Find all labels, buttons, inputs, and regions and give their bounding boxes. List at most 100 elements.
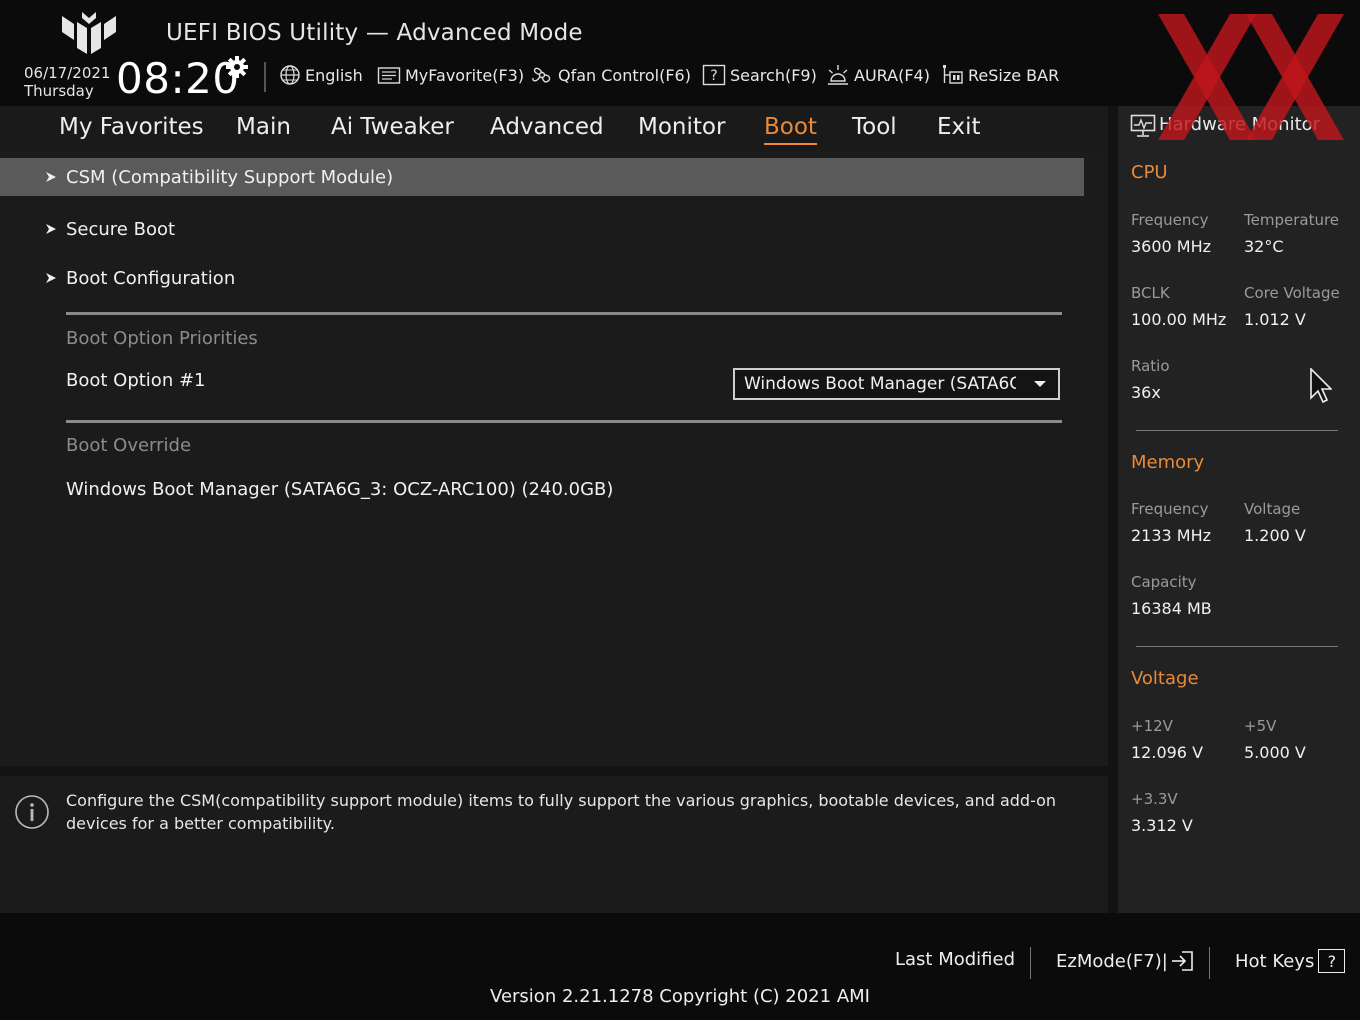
menu-item-secure-boot[interactable]: Secure Boot (0, 210, 1084, 248)
v5-label: +5V (1244, 717, 1277, 735)
boot-override-item[interactable]: Windows Boot Manager (SATA6G_3: OCZ-ARC1… (66, 479, 613, 500)
ezmode-button[interactable]: EzMode(F7)| (1056, 949, 1196, 973)
v12-value: 12.096 V (1131, 743, 1204, 762)
version-text: Version 2.21.1278 Copyright (C) 2021 AMI (490, 986, 870, 1007)
language-label: English (305, 65, 363, 85)
boot-option-1-select[interactable]: Windows Boot Manager (SATA6G_3: OCZ-ARC1… (733, 368, 1060, 400)
qfan-control-button[interactable]: Qfan Control(F6) (530, 62, 691, 88)
language-button[interactable]: English (279, 62, 363, 88)
resize-bar-button[interactable]: ReSize BAR (940, 62, 1059, 88)
hw-section-divider (1136, 646, 1338, 647)
ratio-label: Ratio (1131, 357, 1170, 375)
aura-light-icon (828, 65, 848, 85)
search-help-icon: ? (702, 64, 726, 86)
tab-tool[interactable]: Tool (852, 114, 897, 140)
tab-ai-tweaker[interactable]: Ai Tweaker (331, 114, 454, 140)
menu-item-csm[interactable]: CSM (Compatibility Support Module) (0, 158, 1084, 196)
fan-icon (532, 67, 551, 83)
memory-voltage-value: 1.200 V (1244, 526, 1306, 545)
tab-boot[interactable]: Boot (764, 114, 817, 145)
help-text: Configure the CSM(compatibility support … (66, 791, 1057, 833)
memory-heading: Memory (1131, 452, 1205, 473)
info-icon (15, 795, 49, 829)
section-divider (66, 420, 1062, 423)
cpu-temperature-value: 32°C (1244, 237, 1284, 256)
footer-divider (1030, 947, 1031, 979)
boot-option-1-value: Windows Boot Manager (SATA6G_3: OCZ-ARC1… (744, 374, 1016, 394)
search-label: Search(F9) (730, 65, 817, 85)
help-description-bar: Configure the CSM(compatibility support … (0, 776, 1108, 913)
v12-label: +12V (1131, 717, 1173, 735)
last-modified-button[interactable]: Last Modified (895, 949, 1015, 970)
clock-settings-icon[interactable] (225, 55, 249, 79)
main-tabs: My Favorites Main Ai Tweaker Advanced Mo… (0, 106, 1108, 150)
hot-keys-label: Hot Keys (1235, 950, 1315, 972)
v33-value: 3.312 V (1131, 816, 1193, 835)
resize-bar-label: ReSize BAR (968, 65, 1060, 85)
menu-item-label: Secure Boot (66, 218, 176, 240)
app-title: UEFI BIOS Utility — Advanced Mode (166, 20, 583, 46)
v33-label: +3.3V (1131, 790, 1178, 808)
watermark-logo (1158, 14, 1344, 140)
ratio-value: 36x (1131, 383, 1161, 402)
hw-section-divider (1136, 430, 1338, 431)
qfan-control-label: Qfan Control(F6) (558, 65, 691, 85)
svg-text:?: ? (710, 68, 717, 84)
exit-to-ezmode-icon (1171, 951, 1193, 971)
core-voltage-label: Core Voltage (1244, 284, 1340, 302)
memory-capacity-value: 16384 MB (1131, 599, 1212, 618)
resize-bar-icon (943, 65, 963, 84)
boot-option-1-label: Boot Option #1 (66, 370, 206, 391)
help-key-icon: ? (1318, 949, 1346, 973)
tab-advanced[interactable]: Advanced (490, 114, 604, 140)
weekday-display: Thursday (24, 82, 94, 100)
section-divider (66, 312, 1062, 315)
monitor-icon (1130, 114, 1156, 137)
ezmode-label: EzMode(F7)| (1056, 950, 1168, 972)
memory-frequency-label: Frequency (1131, 500, 1209, 518)
globe-icon (280, 65, 300, 85)
submenu-arrow-icon (46, 172, 56, 182)
boot-override-heading: Boot Override (66, 435, 192, 456)
tab-my-favorites[interactable]: My Favorites (59, 114, 204, 140)
myfavorite-button[interactable]: MyFavorite(F3) (377, 62, 524, 88)
menu-item-label: CSM (Compatibility Support Module) (66, 166, 394, 188)
bclk-value: 100.00 MHz (1131, 310, 1227, 329)
cpu-frequency-value: 3600 MHz (1131, 237, 1212, 256)
memory-voltage-label: Voltage (1244, 500, 1301, 518)
header-bar: UEFI BIOS Utility — Advanced Mode 06/17/… (0, 0, 1360, 106)
chevron-down-icon (1034, 381, 1046, 387)
header-divider (264, 62, 266, 92)
core-voltage-value: 1.012 V (1244, 310, 1306, 329)
tuf-logo (62, 12, 116, 54)
aura-label: AURA(F4) (854, 65, 930, 85)
mouse-pointer-icon (1310, 368, 1332, 404)
boot-option-priorities-heading: Boot Option Priorities (66, 328, 258, 349)
menu-item-label: Boot Configuration (66, 267, 236, 289)
hot-keys-button[interactable]: Hot Keys ? (1235, 949, 1346, 973)
v5-value: 5.000 V (1244, 743, 1306, 762)
last-modified-label: Last Modified (895, 949, 1016, 970)
cpu-heading: CPU (1131, 162, 1168, 183)
voltage-heading: Voltage (1131, 668, 1199, 689)
favorite-list-icon (377, 67, 401, 84)
aura-button[interactable]: AURA(F4) (826, 62, 930, 88)
tab-monitor[interactable]: Monitor (638, 114, 725, 140)
cpu-frequency-label: Frequency (1131, 211, 1209, 229)
cpu-temperature-label: Temperature (1244, 211, 1340, 229)
memory-capacity-label: Capacity (1131, 573, 1197, 591)
menu-item-boot-configuration[interactable]: Boot Configuration (0, 259, 1084, 297)
clock-display: 08:20 (116, 54, 240, 103)
tab-exit[interactable]: Exit (937, 114, 981, 140)
footer-divider (1209, 947, 1210, 979)
submenu-arrow-icon (46, 224, 56, 234)
footer-bar: Last Modified EzMode(F7)| Hot Keys ? Ver… (0, 913, 1360, 1020)
submenu-arrow-icon (46, 273, 56, 283)
boot-settings-panel: CSM (Compatibility Support Module) Secur… (0, 150, 1108, 766)
myfavorite-label: MyFavorite(F3) (405, 65, 525, 85)
date-display: 06/17/2021 (24, 64, 111, 82)
tab-main[interactable]: Main (236, 114, 291, 140)
search-button[interactable]: ? Search(F9) (702, 62, 817, 88)
hardware-monitor-panel: Hardware Monitor CPU Frequency Temperatu… (1118, 106, 1360, 913)
bclk-label: BCLK (1131, 284, 1170, 302)
